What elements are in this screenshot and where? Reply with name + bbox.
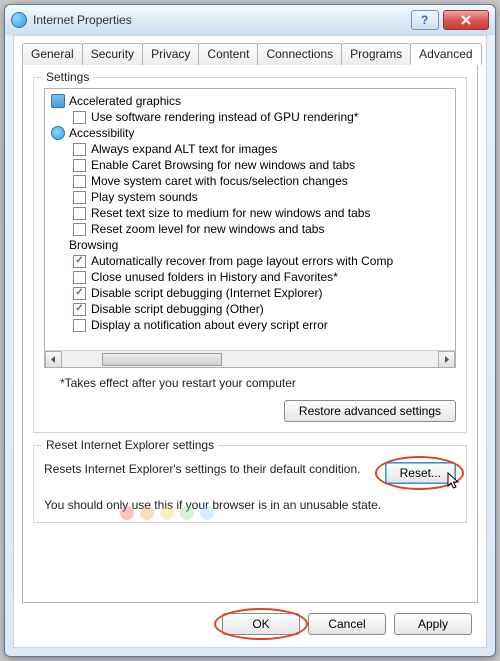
tree-item-label: Play system sounds	[91, 190, 198, 204]
scroll-track[interactable]	[62, 351, 438, 368]
tree-item[interactable]: Use software rendering instead of GPU re…	[51, 109, 453, 125]
tree-item-label: Reset zoom level for new windows and tab…	[91, 222, 324, 236]
reset-legend: Reset Internet Explorer settings	[42, 438, 218, 452]
scroll-thumb[interactable]	[102, 353, 222, 366]
close-button[interactable]	[443, 10, 489, 30]
checkbox-icon[interactable]	[73, 207, 86, 220]
tree-item-label: Enable Caret Browsing for new windows an…	[91, 158, 355, 172]
scrollbar-horizontal[interactable]	[45, 350, 455, 367]
checkbox-icon[interactable]	[73, 143, 86, 156]
tree-item[interactable]: Automatically recover from page layout e…	[51, 253, 453, 269]
tab-programs[interactable]: Programs	[341, 43, 411, 65]
tab-strip: General Security Privacy Content Connect…	[22, 42, 478, 65]
tab-security[interactable]: Security	[82, 43, 143, 65]
tab-advanced[interactable]: Advanced	[410, 43, 481, 65]
settings-tree[interactable]: Accelerated graphics Use software renderi…	[45, 89, 455, 350]
dialog-body: General Security Privacy Content Connect…	[13, 35, 487, 648]
checkbox-icon[interactable]	[73, 175, 86, 188]
settings-fieldset: Settings Accelerated graphicsUse softwar…	[33, 77, 467, 433]
tree-item[interactable]: Reset zoom level for new windows and tab…	[51, 221, 453, 237]
scroll-left-icon[interactable]	[45, 351, 62, 368]
checkbox-icon[interactable]	[73, 159, 86, 172]
dialog-footer: OK Cancel Apply	[22, 603, 478, 637]
tab-general[interactable]: General	[22, 43, 83, 65]
dialog-window: Internet Properties ? General Security P…	[4, 4, 496, 657]
checkbox-icon[interactable]	[73, 319, 86, 332]
tab-privacy[interactable]: Privacy	[142, 43, 199, 65]
tree-group-label: Accessibility	[69, 126, 134, 140]
reset-button[interactable]: Reset...	[385, 462, 456, 484]
tree-item[interactable]: Disable script debugging (Other)	[51, 301, 453, 317]
tree-item[interactable]: Display a notification about every scrip…	[51, 317, 453, 333]
checkbox-icon[interactable]	[73, 191, 86, 204]
tree-item[interactable]: Reset text size to medium for new window…	[51, 205, 453, 221]
settings-legend: Settings	[42, 70, 93, 84]
tree-item[interactable]: Close unused folders in History and Favo…	[51, 269, 453, 285]
tree-item[interactable]: Enable Caret Browsing for new windows an…	[51, 157, 453, 173]
tree-item-label: Automatically recover from page layout e…	[91, 254, 393, 268]
ie-icon	[11, 12, 27, 28]
tree-item-label: Use software rendering instead of GPU re…	[91, 110, 358, 124]
settings-treebox[interactable]: Accelerated graphics Use software renderi…	[44, 88, 456, 368]
window-title: Internet Properties	[33, 13, 407, 27]
tree-group[interactable]: Accelerated graphics	[51, 93, 453, 109]
checkbox-icon[interactable]	[73, 303, 86, 316]
tree-group[interactable]: Browsing	[51, 237, 453, 253]
reset-warning: You should only use this if your browser…	[44, 498, 456, 512]
tree-item[interactable]: Always expand ALT text for images	[51, 141, 453, 157]
tree-group[interactable]: Accessibility	[51, 125, 453, 141]
access-icon	[51, 126, 65, 140]
tree-item-label: Close unused folders in History and Favo…	[91, 270, 338, 284]
restore-advanced-button[interactable]: Restore advanced settings	[284, 400, 456, 422]
reset-description: Resets Internet Explorer's settings to t…	[44, 462, 375, 476]
restart-note: *Takes effect after you restart your com…	[60, 376, 456, 390]
tree-group-label: Accelerated graphics	[69, 94, 181, 108]
checkbox-icon[interactable]	[73, 255, 86, 268]
checkbox-icon[interactable]	[73, 111, 86, 124]
tree-item-label: Move system caret with focus/selection c…	[91, 174, 348, 188]
scroll-right-icon[interactable]	[438, 351, 455, 368]
svg-text:?: ?	[421, 14, 428, 26]
tree-item-label: Disable script debugging (Internet Explo…	[91, 286, 322, 300]
folder-icon	[51, 238, 65, 252]
tree-group-label: Browsing	[69, 238, 118, 252]
tab-connections[interactable]: Connections	[257, 43, 342, 65]
tree-item[interactable]: Play system sounds	[51, 189, 453, 205]
titlebar: Internet Properties ?	[5, 5, 495, 35]
tree-item[interactable]: Move system caret with focus/selection c…	[51, 173, 453, 189]
checkbox-icon[interactable]	[73, 223, 86, 236]
tab-content[interactable]: Content	[198, 43, 258, 65]
apply-button[interactable]: Apply	[394, 613, 472, 635]
tab-body-advanced: Settings Accelerated graphics Use softwar…	[22, 65, 478, 603]
display-icon	[51, 94, 65, 108]
cancel-button[interactable]: Cancel	[308, 613, 386, 635]
tree-item[interactable]: Disable script debugging (Internet Explo…	[51, 285, 453, 301]
reset-fieldset: Reset Internet Explorer settings Resets …	[33, 445, 467, 523]
checkbox-icon[interactable]	[73, 287, 86, 300]
tree-item-label: Display a notification about every scrip…	[91, 318, 328, 332]
tree-item-label: Always expand ALT text for images	[91, 142, 277, 156]
ok-button[interactable]: OK	[222, 613, 300, 635]
tree-item-label: Disable script debugging (Other)	[91, 302, 264, 316]
checkbox-icon[interactable]	[73, 271, 86, 284]
help-button[interactable]: ?	[411, 10, 439, 30]
tree-item-label: Reset text size to medium for new window…	[91, 206, 370, 220]
